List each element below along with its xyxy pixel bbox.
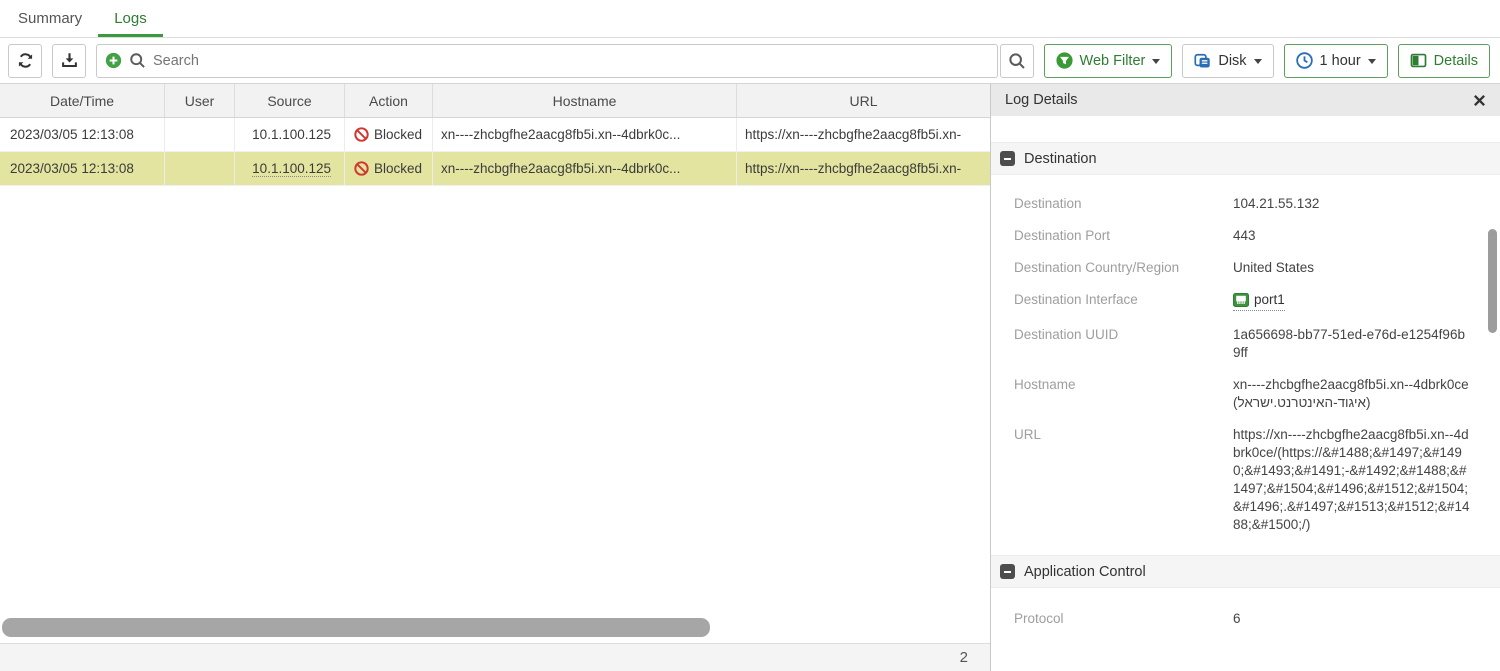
web-filter-icon	[1055, 52, 1073, 69]
collapse-icon[interactable]	[1000, 564, 1015, 579]
section-title: Application Control	[1024, 563, 1146, 580]
row-count: 2	[959, 649, 968, 666]
field-label: Hostname	[1014, 377, 1076, 392]
column-header-hostname[interactable]: Hostname	[433, 84, 737, 117]
horizontal-scrollbar[interactable]	[2, 618, 710, 637]
cell-source[interactable]: 10.1.100.125	[235, 152, 345, 185]
blocked-icon	[354, 161, 369, 176]
cell-hostname: xn----zhcbgfhe2aacg8fb5i.xn--4dbrk0c...	[433, 118, 737, 151]
tab-bar: Summary Logs	[0, 0, 1500, 38]
tab-summary[interactable]: Summary	[2, 0, 98, 37]
field-protocol: Protocol 6	[1014, 610, 1470, 628]
column-header-user[interactable]: User	[165, 84, 235, 117]
log-table: Date/Time User Source Action Hostname UR…	[0, 84, 990, 671]
table-row-selected[interactable]: 2023/03/05 12:13:08 10.1.100.125 Blocked…	[0, 152, 990, 186]
field-url: URL https://xn----zhcbgfhe2aacg8fb5i.xn-…	[1014, 426, 1470, 534]
cell-url: https://xn----zhcbgfhe2aacg8fb5i.xn-	[745, 127, 962, 142]
chevron-down-icon	[1253, 58, 1262, 64]
cell-datetime: 2023/03/05 12:13:08	[0, 152, 165, 185]
ethernet-port-icon	[1233, 293, 1249, 307]
log-type-label: Web Filter	[1079, 52, 1146, 69]
field-value: 1a656698-bb77-51ed-e76d-e1254f96b9ff	[1233, 327, 1465, 360]
column-header-datetime[interactable]: Date/Time	[0, 84, 165, 117]
cell-user	[165, 118, 235, 151]
toolbar: Web Filter Disk 1 hour Details	[0, 38, 1500, 84]
cell-hostname: xn----zhcbgfhe2aacg8fb5i.xn--4dbrk0c...	[433, 152, 737, 185]
collapse-icon[interactable]	[1000, 151, 1015, 166]
chevron-down-icon	[1367, 58, 1376, 64]
field-destination-country: Destination Country/Region United States	[1014, 259, 1470, 277]
chevron-down-icon	[1152, 58, 1161, 64]
field-destination-port: Destination Port 443	[1014, 227, 1470, 245]
refresh-icon	[17, 52, 34, 69]
field-hostname: Hostname xn----zhcbgfhe2aacg8fb5i.xn--4d…	[1014, 376, 1470, 412]
search-submit-button[interactable]	[999, 43, 1034, 78]
log-details-header: Log Details	[991, 84, 1500, 116]
field-label: Destination	[1014, 196, 1082, 211]
disk-icon	[1194, 52, 1211, 69]
field-destination-interface: Destination Interface port1	[1014, 291, 1470, 312]
field-destination: Destination 104.21.55.132	[1014, 195, 1470, 213]
download-button[interactable]	[52, 43, 86, 78]
log-source-label: Disk	[1218, 52, 1247, 69]
destination-fields: Destination 104.21.55.132 Destination Po…	[991, 175, 1500, 534]
application-control-fields: Protocol 6	[991, 588, 1500, 628]
table-header-row: Date/Time User Source Action Hostname UR…	[0, 84, 990, 118]
field-value: 104.21.55.132	[1233, 196, 1320, 211]
field-value: 6	[1233, 611, 1241, 626]
time-range-dropdown[interactable]: 1 hour	[1283, 43, 1388, 78]
log-details-title: Log Details	[1005, 92, 1078, 108]
search-box[interactable]	[96, 43, 998, 78]
section-title: Destination	[1024, 150, 1097, 167]
field-value: https://xn----zhcbgfhe2aacg8fb5i.xn--4db…	[1233, 427, 1470, 532]
column-header-url[interactable]: URL	[737, 84, 990, 117]
search-icon	[129, 52, 146, 69]
interface-link[interactable]: port1	[1233, 291, 1285, 311]
details-toggle-button[interactable]: Details	[1397, 43, 1490, 78]
add-filter-icon[interactable]	[105, 52, 122, 69]
field-value: xn----zhcbgfhe2aacg8fb5i.xn--4dbrk0ce (א…	[1233, 377, 1469, 410]
cell-user	[165, 152, 235, 185]
refresh-button[interactable]	[8, 43, 42, 78]
blocked-icon	[354, 127, 369, 142]
field-label: URL	[1014, 427, 1042, 442]
field-label: Destination Port	[1014, 228, 1111, 243]
log-type-dropdown[interactable]: Web Filter	[1043, 43, 1173, 78]
field-label: Destination Country/Region	[1014, 260, 1180, 275]
cell-source[interactable]: 10.1.100.125	[235, 118, 345, 151]
interface-name: port1	[1254, 292, 1285, 307]
section-header-application-control[interactable]: Application Control	[991, 555, 1500, 588]
clock-icon	[1295, 52, 1313, 69]
field-label: Protocol	[1014, 611, 1064, 626]
time-range-label: 1 hour	[1319, 52, 1361, 69]
field-value: United States	[1233, 260, 1315, 275]
close-icon[interactable]	[1473, 94, 1486, 107]
table-footer: 2	[0, 643, 990, 671]
details-label: Details	[1433, 52, 1478, 69]
download-icon	[61, 52, 78, 69]
field-destination-uuid: Destination UUID 1a656698-bb77-51ed-e76d…	[1014, 326, 1470, 362]
field-label: Destination Interface	[1014, 292, 1138, 307]
details-icon	[1410, 52, 1427, 69]
column-header-source[interactable]: Source	[235, 84, 345, 117]
cell-url: https://xn----zhcbgfhe2aacg8fb5i.xn-	[745, 161, 962, 176]
field-value: 443	[1233, 228, 1256, 243]
vertical-scrollbar[interactable]	[1488, 229, 1497, 333]
section-header-destination[interactable]: Destination	[991, 142, 1500, 175]
log-source-dropdown[interactable]: Disk	[1182, 43, 1274, 78]
cell-action: Blocked	[345, 118, 433, 151]
tab-logs[interactable]: Logs	[98, 0, 163, 37]
search-submit-icon	[1008, 52, 1026, 70]
cell-action: Blocked	[345, 152, 433, 185]
table-row[interactable]: 2023/03/05 12:13:08 10.1.100.125 Blocked…	[0, 118, 990, 152]
log-details-panel: Log Details Destination Destination 104.…	[990, 84, 1500, 671]
column-header-action[interactable]: Action	[345, 84, 433, 117]
search-input[interactable]	[153, 52, 989, 69]
field-label: Destination UUID	[1014, 327, 1119, 342]
cell-datetime: 2023/03/05 12:13:08	[0, 118, 165, 151]
